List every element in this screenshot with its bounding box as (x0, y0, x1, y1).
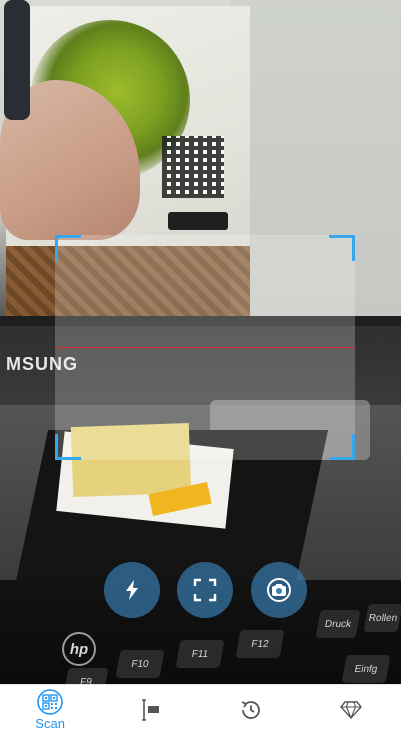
key-f10: F10 (115, 650, 165, 678)
flash-icon (126, 580, 138, 600)
nav-item-premium[interactable] (301, 685, 401, 735)
nav-label-scan: Scan (35, 716, 65, 731)
switch-camera-button[interactable] (251, 562, 307, 618)
barcode-icon (142, 699, 160, 721)
history-icon (241, 701, 260, 719)
store-badge (168, 212, 228, 230)
flash-button[interactable] (104, 562, 160, 618)
scan-frame-corner (55, 434, 81, 460)
key-druck: Druck (315, 610, 361, 638)
scan-frame (55, 235, 355, 460)
scan-laser-line (55, 347, 355, 348)
scan-frame-corner (329, 434, 355, 460)
nav-item-scan[interactable]: Scan (0, 685, 100, 735)
scan-frame-corner (329, 235, 355, 261)
key-f9: F9 (63, 668, 109, 684)
frame-corners-icon (193, 578, 217, 602)
fit-frame-button[interactable] (177, 562, 233, 618)
diamond-icon (339, 701, 362, 720)
keyboard-logo: hp (62, 632, 96, 666)
nav-item-history[interactable] (201, 685, 301, 735)
qr-code-icon (37, 689, 63, 715)
key-rollen: Rollen (363, 604, 401, 632)
key-einfg: Einfg (341, 655, 391, 683)
nav-item-barcode[interactable] (100, 685, 200, 735)
qr-code-in-scene (162, 136, 224, 198)
phone-in-photo (4, 0, 30, 120)
key-f11: F11 (175, 640, 225, 668)
bottom-navigation: Scan (0, 684, 401, 735)
camera-switch-icon (267, 578, 291, 602)
scan-frame-corner (55, 235, 81, 261)
key-f12: F12 (235, 630, 285, 658)
